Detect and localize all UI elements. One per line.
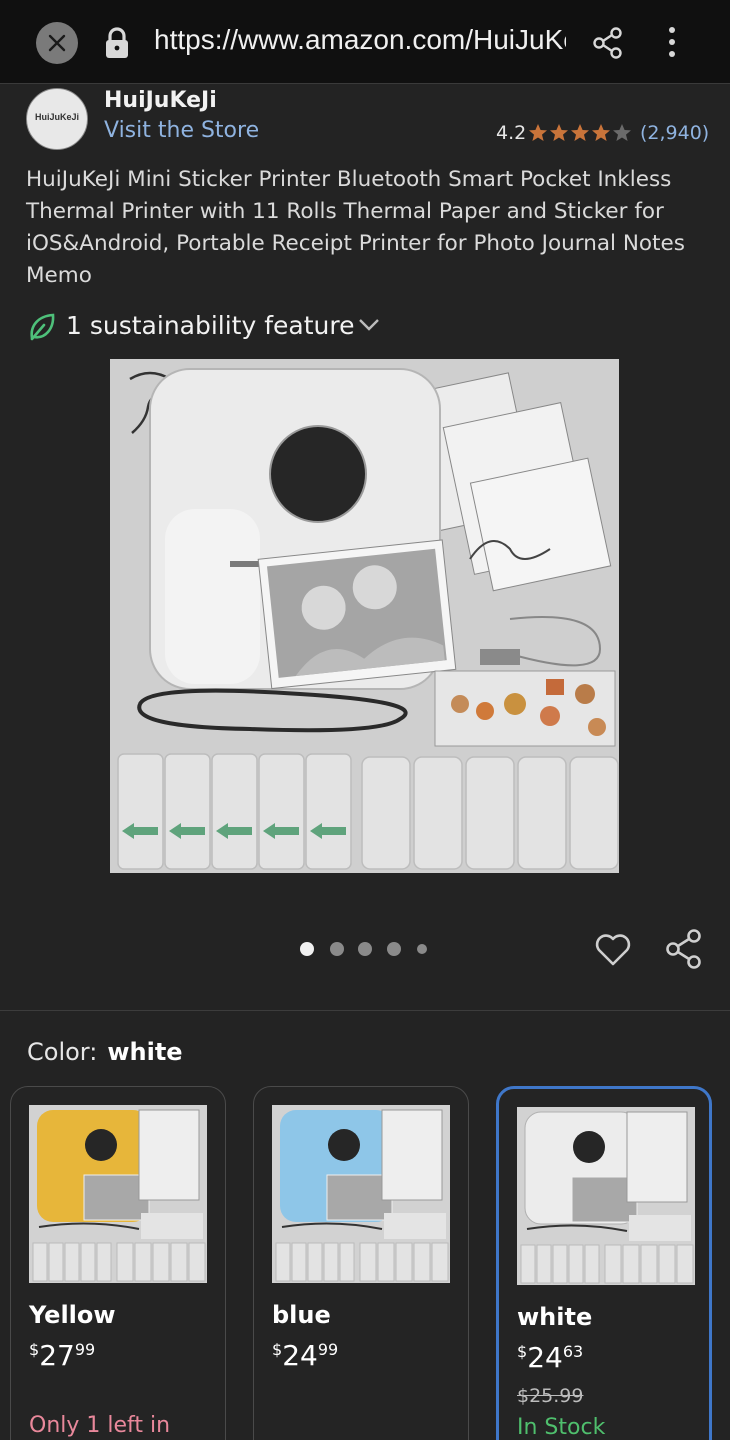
- star-rating-icon[interactable]: [528, 123, 634, 143]
- variant-name: white: [517, 1303, 593, 1331]
- carousel-dot[interactable]: [330, 942, 344, 956]
- carousel-dot[interactable]: [300, 942, 314, 956]
- color-option-blue[interactable]: blue $2499: [253, 1086, 469, 1440]
- url-field[interactable]: https://www.amazon.com/HuiJuKeJi-Mini-St…: [154, 24, 566, 64]
- brand-logo-text: HuiJuKeJi: [34, 112, 79, 122]
- color-option-white[interactable]: white $2463 $25.99 In Stock: [496, 1086, 712, 1440]
- variant-name: blue: [272, 1301, 331, 1329]
- rating-value: 4.2: [496, 122, 527, 144]
- color-selector-label: Color: white: [27, 1038, 183, 1066]
- variant-price: $2799: [29, 1339, 96, 1372]
- brand-logo[interactable]: HuiJuKeJi: [26, 88, 88, 150]
- review-count-link[interactable]: (2,940): [640, 122, 709, 144]
- printer-illustration: [110, 359, 619, 873]
- variant-price: $2499: [272, 1339, 339, 1372]
- carousel-dot[interactable]: [387, 942, 401, 956]
- variant-thumbnail: [29, 1105, 207, 1283]
- close-tab-button[interactable]: [36, 22, 78, 64]
- brand-name: HuiJuKeJi: [104, 88, 217, 113]
- visit-store-link[interactable]: Visit the Store: [104, 118, 259, 143]
- color-label: Color:: [27, 1038, 98, 1066]
- product-image[interactable]: [110, 359, 619, 873]
- carousel-dot[interactable]: [417, 944, 427, 954]
- product-title: HuiJuKeJi Mini Sticker Printer Bluetooth…: [26, 167, 685, 288]
- heart-icon[interactable]: [594, 930, 632, 968]
- section-divider: [0, 1010, 730, 1011]
- carousel-dot[interactable]: [358, 942, 372, 956]
- share-icon[interactable]: [592, 26, 624, 60]
- variant-name: Yellow: [29, 1301, 116, 1329]
- variant-list-price: $25.99: [517, 1385, 584, 1407]
- selected-color: white: [107, 1038, 183, 1066]
- color-option-yellow[interactable]: Yellow $2799 Only 1 left in: [10, 1086, 226, 1440]
- more-vert-icon[interactable]: [662, 24, 682, 60]
- variant-thumbnail: [272, 1105, 450, 1283]
- browser-toolbar: https://www.amazon.com/HuiJuKeJi-Mini-St…: [0, 0, 730, 84]
- leaf-icon: [30, 313, 55, 341]
- variant-thumbnail: [517, 1107, 695, 1285]
- chevron-down-icon: [359, 319, 379, 331]
- close-icon: [48, 34, 66, 52]
- share-icon[interactable]: [664, 928, 704, 970]
- variant-price: $2463: [517, 1341, 584, 1374]
- lock-icon: [106, 27, 128, 58]
- stock-status: Only 1 left in: [29, 1413, 171, 1438]
- stock-status: In Stock: [517, 1415, 606, 1440]
- sustainability-label: 1 sustainability feature: [66, 311, 355, 340]
